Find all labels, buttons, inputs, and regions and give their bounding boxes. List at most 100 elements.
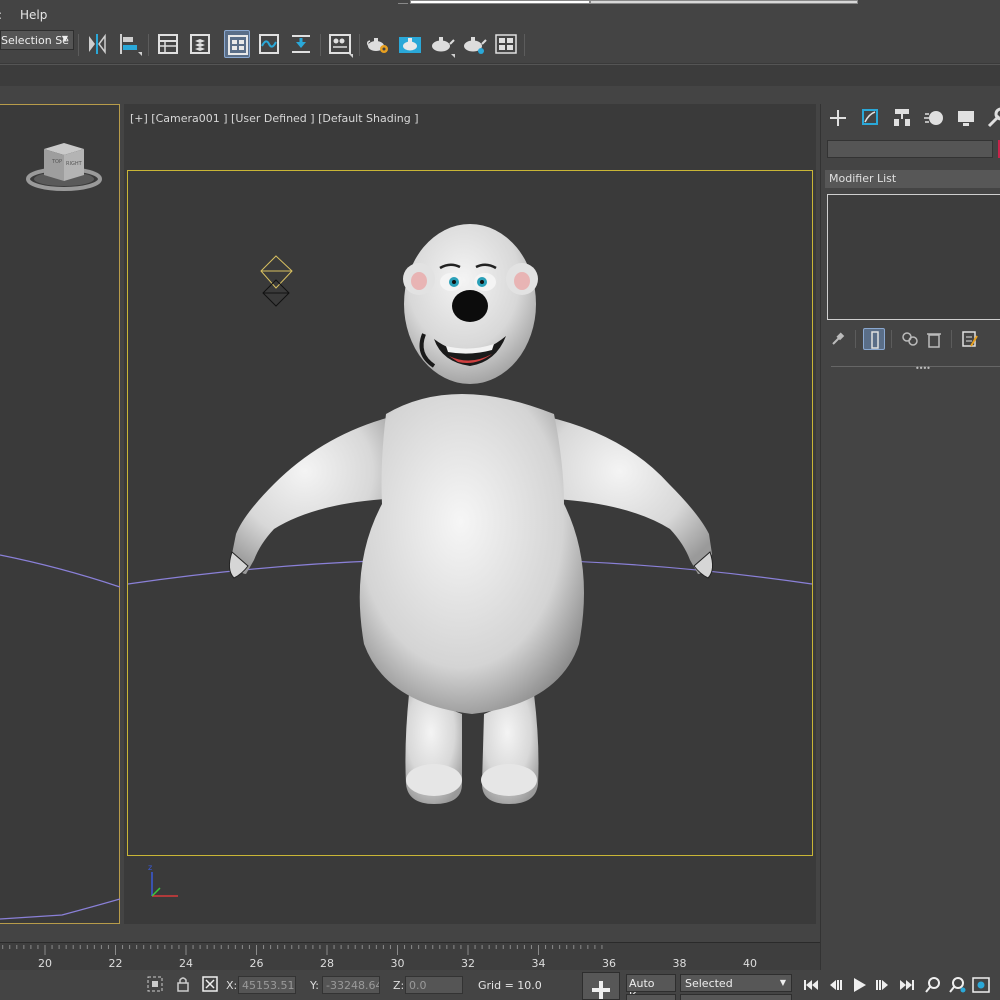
configure-modifier-sets-button[interactable] <box>959 328 981 350</box>
render-setup-icon <box>366 38 388 53</box>
x-coord-field[interactable]: 45153.516 <box>238 976 296 994</box>
menu-item-help[interactable]: Help <box>20 8 47 22</box>
zoom-all-button[interactable] <box>946 976 968 994</box>
timeline-tick-label: 28 <box>320 957 334 970</box>
selection-set-value: Selection Se <box>1 34 69 47</box>
selection-set-dropdown[interactable]: Selection Se ▼ <box>0 30 74 50</box>
remove-modifier-button[interactable] <box>923 328 945 350</box>
show-end-result-button[interactable] <box>863 328 885 350</box>
layer-explorer-button[interactable] <box>187 30 213 58</box>
modifier-stack[interactable] <box>827 194 1000 320</box>
ribbon-toggle-icon <box>228 35 248 55</box>
menu-item-previous[interactable]: : <box>0 8 2 22</box>
layer-explorer-icon <box>190 34 210 54</box>
modifier-list-dropdown[interactable]: Modifier List <box>825 170 1000 188</box>
zoom-extents-button[interactable] <box>970 976 992 994</box>
key-filters-dropdown[interactable] <box>680 994 792 1000</box>
motion-tab[interactable] <box>919 106 949 130</box>
polar-bear-model[interactable] <box>228 224 714 804</box>
absolute-mode-button[interactable] <box>201 975 219 993</box>
viewcube[interactable] <box>26 143 102 191</box>
render-setup-button[interactable] <box>365 30 391 58</box>
key-mode-dropdown[interactable]: Selected ▼ <box>680 974 792 992</box>
hierarchy-icon <box>894 109 910 126</box>
utilities-icon <box>987 107 1000 128</box>
display-tab[interactable] <box>951 106 981 130</box>
motion-icon <box>924 111 943 125</box>
timeline-tick-label: 22 <box>108 957 123 970</box>
create-icon <box>830 110 846 126</box>
object-name-field[interactable] <box>827 140 993 158</box>
ribbon-lower-strip <box>0 86 1000 104</box>
curve-editor-button[interactable] <box>256 30 282 58</box>
auto-key-button[interactable]: Auto Key <box>626 974 676 1000</box>
go-to-end-icon <box>900 980 914 990</box>
modify-icon <box>862 109 878 125</box>
render-production-button[interactable] <box>429 30 455 58</box>
axis-gizmo: z <box>148 863 178 897</box>
utilities-tab[interactable] <box>983 106 1000 130</box>
transform-type-in-icon <box>202 976 218 992</box>
viewcube-label-right: RIGHT <box>66 161 82 167</box>
lock-icon <box>177 977 189 992</box>
align-button[interactable] <box>116 30 142 58</box>
pin-stack-icon <box>832 332 845 345</box>
z-coord-field[interactable]: 0.0 <box>405 976 463 994</box>
timeline-tick-label: 30 <box>390 957 405 970</box>
viewport-left[interactable]: TOP RIGHT <box>0 104 120 924</box>
set-key-button[interactable] <box>582 972 620 1000</box>
scene-canvas: z <box>127 224 813 897</box>
previous-frame-icon <box>830 980 842 990</box>
create-tab[interactable] <box>823 106 853 130</box>
render-to-texture-button[interactable] <box>493 30 519 58</box>
zoom-icon <box>925 977 940 993</box>
viewport-camera[interactable]: [+] [Camera001 ] [User Defined ] [Defaul… <box>124 104 816 924</box>
dope-sheet-button[interactable] <box>288 30 314 58</box>
selection-lock-button[interactable] <box>174 975 192 993</box>
isolate-selection-button[interactable] <box>146 975 164 993</box>
timeline-tick-label: 26 <box>249 957 264 970</box>
modify-tab[interactable] <box>855 106 885 130</box>
toolbar-separator <box>320 34 321 56</box>
align-icon <box>120 34 142 56</box>
light-helper[interactable] <box>260 255 293 307</box>
svg-text:z: z <box>148 863 152 872</box>
dope-sheet-icon <box>292 35 310 53</box>
timeline-ruler[interactable]: 20 22 24 26 28 30 32 34 36 38 40 <box>0 942 820 970</box>
zoom-button[interactable] <box>922 976 944 994</box>
make-unique-icon <box>902 332 918 346</box>
main-toolbar: Selection Se ▼ <box>0 26 1000 64</box>
go-to-start-icon <box>804 980 818 990</box>
scene-explorer-icon <box>158 34 178 54</box>
timeline-ticks <box>2 945 603 955</box>
material-editor-button[interactable] <box>327 30 353 58</box>
remove-modifier-icon <box>927 333 941 348</box>
render-iterative-button[interactable] <box>461 30 487 58</box>
title-divider <box>398 0 408 4</box>
set-key-toggle[interactable] <box>626 994 676 1000</box>
ribbon-toggle-button[interactable] <box>224 30 250 58</box>
toolbar-separator <box>78 34 79 56</box>
go-to-end-button[interactable] <box>896 976 918 994</box>
chevron-down-icon: ▼ <box>61 34 68 43</box>
mirror-icon <box>89 33 106 55</box>
hierarchy-tab[interactable] <box>887 106 917 130</box>
x-coord-label: X: <box>226 979 238 992</box>
mirror-button[interactable] <box>84 30 110 58</box>
next-frame-button[interactable] <box>872 976 894 994</box>
play-icon <box>854 978 866 992</box>
key-mode-value: Selected <box>685 977 733 990</box>
status-bar: X: 45153.516 Y: -33248.645 Z: 0.0 Grid =… <box>0 970 1000 1000</box>
make-unique-button[interactable] <box>899 328 921 350</box>
title-search-box[interactable] <box>410 0 590 4</box>
scene-explorer-button[interactable] <box>155 30 181 58</box>
pin-stack-button[interactable] <box>827 328 849 350</box>
y-coord-field[interactable]: -33248.645 <box>322 976 380 994</box>
rendered-frame-window-button[interactable] <box>397 30 423 58</box>
isolate-selection-icon <box>147 976 163 992</box>
go-to-start-button[interactable] <box>800 976 822 994</box>
play-button[interactable] <box>848 976 870 994</box>
rollout-grip[interactable]: •••• <box>915 364 931 373</box>
previous-frame-button[interactable] <box>824 976 846 994</box>
timeline-tick-label: 36 <box>602 957 616 970</box>
